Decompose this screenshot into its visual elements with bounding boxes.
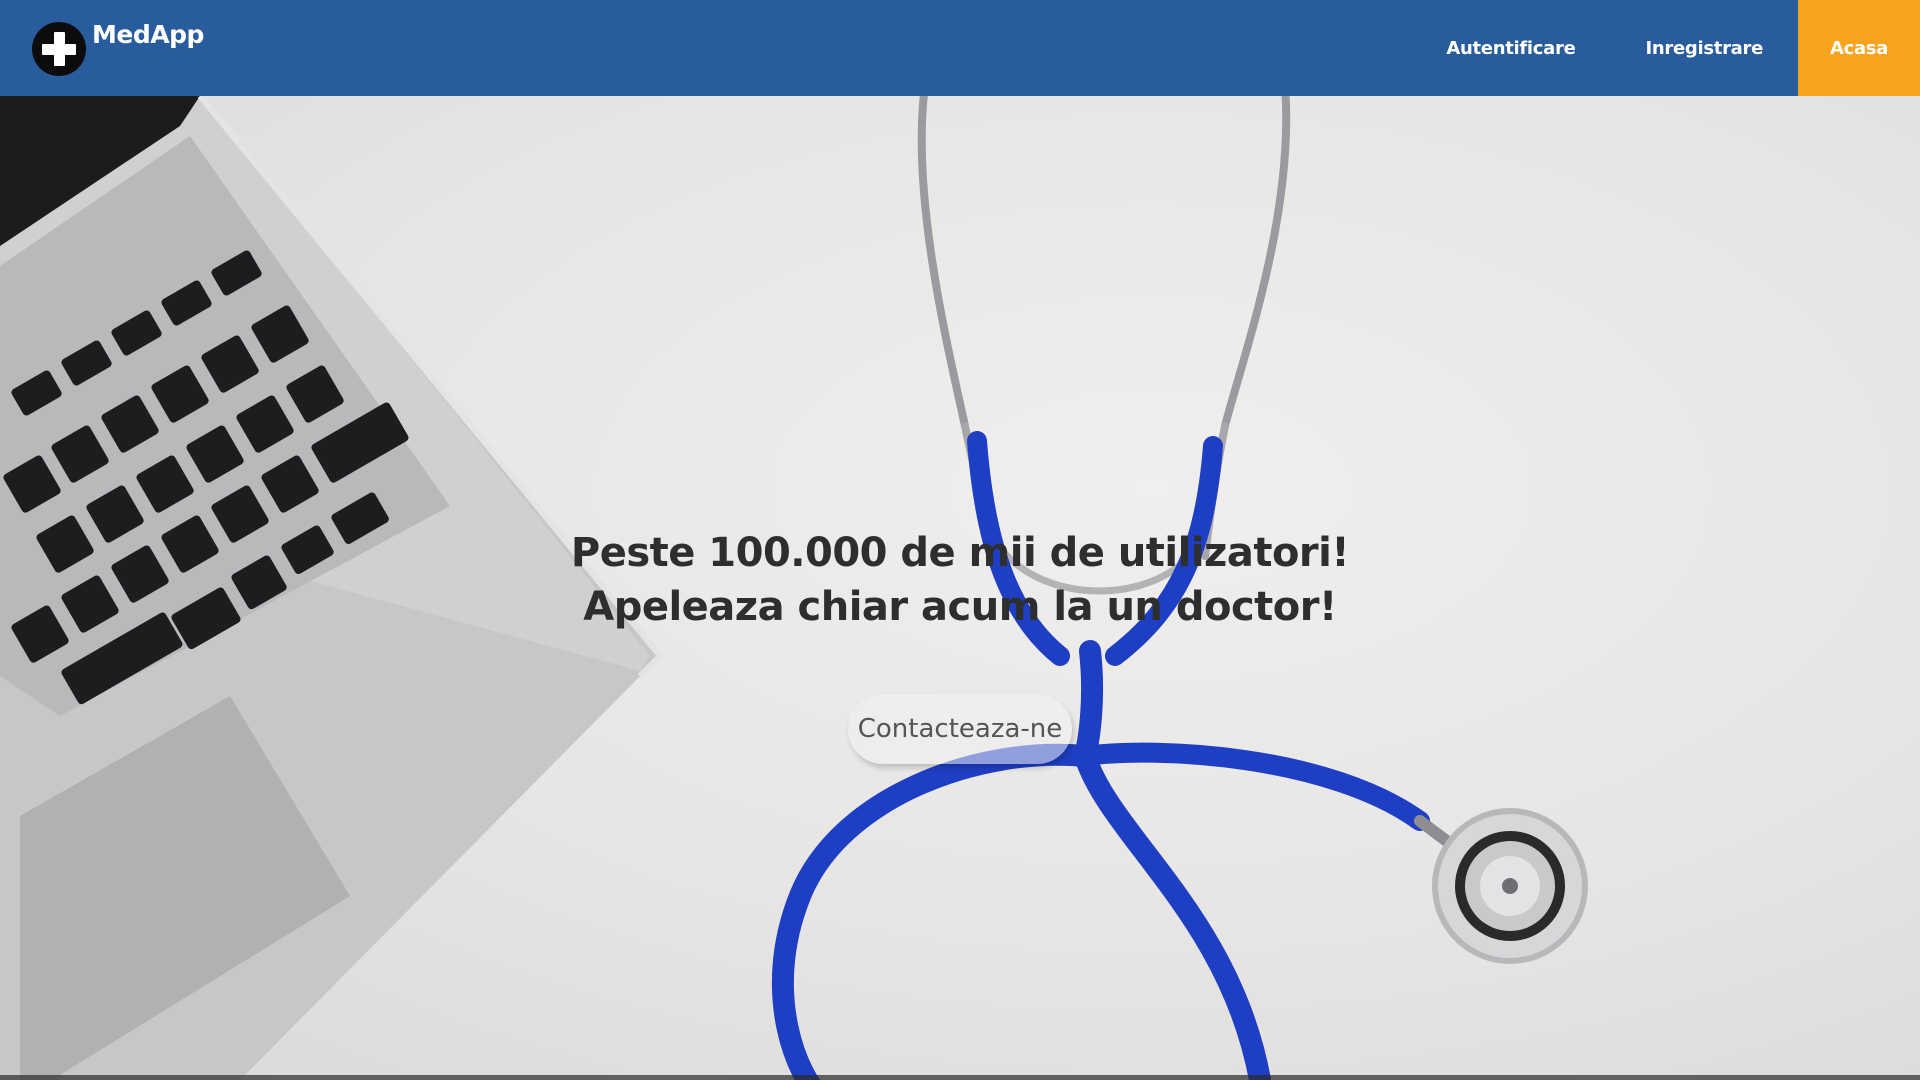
brand-name: MedApp bbox=[92, 20, 204, 49]
nav-register-link[interactable]: Inregistrare bbox=[1611, 0, 1798, 96]
nav-links: Autentificare Inregistrare Acasa bbox=[1411, 0, 1920, 96]
hero-section: Peste 100.000 de mii de utilizatori! Ape… bbox=[0, 96, 1920, 1080]
top-navbar: MedApp Autentificare Inregistrare Acasa bbox=[0, 0, 1920, 96]
contact-button[interactable]: Contacteaza-ne bbox=[848, 694, 1072, 764]
stethoscope-chestpiece bbox=[1432, 808, 1588, 964]
brand[interactable]: MedApp bbox=[32, 20, 204, 76]
hero-headline-line-2: Apeleaza chiar acum la un doctor! bbox=[583, 584, 1337, 630]
nav-home-link[interactable]: Acasa bbox=[1798, 0, 1920, 96]
hero-headline-line-1: Peste 100.000 de mii de utilizatori! bbox=[570, 530, 1350, 576]
hero-headline: Peste 100.000 de mii de utilizatori! Ape… bbox=[0, 526, 1920, 634]
medical-cross-icon bbox=[32, 22, 86, 76]
nav-login-link[interactable]: Autentificare bbox=[1411, 0, 1610, 96]
hero-content: Peste 100.000 de mii de utilizatori! Ape… bbox=[0, 526, 1920, 764]
bottom-divider bbox=[0, 1075, 1920, 1080]
